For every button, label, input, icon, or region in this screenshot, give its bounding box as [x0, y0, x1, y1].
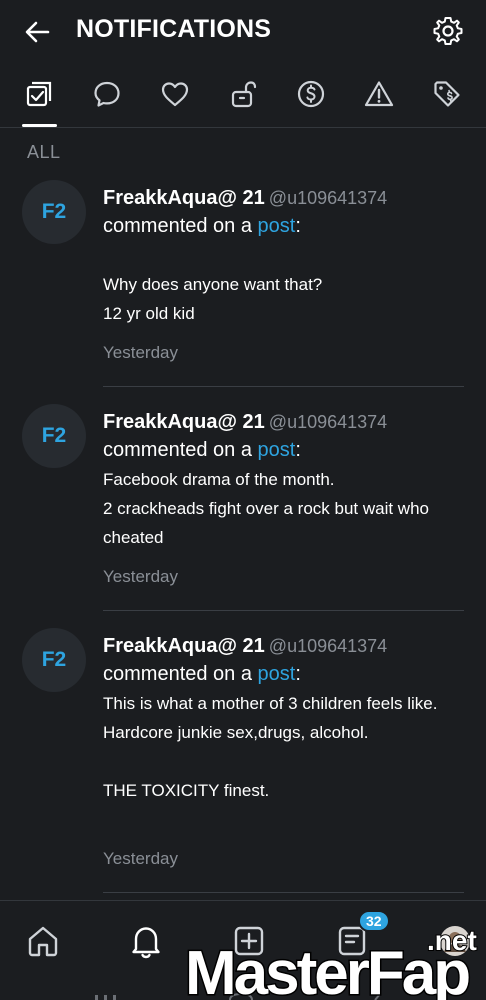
nav-home[interactable] [21, 919, 65, 963]
divider [103, 386, 464, 387]
notification-item[interactable]: F2 FreakkAqua@ 21 @u109641374 commented o… [0, 404, 486, 612]
notification-content: FreakkAqua@ 21 @u109641374 commented on a… [103, 633, 465, 868]
notification-content: FreakkAqua@ 21 @u109641374 commented on a… [103, 185, 465, 362]
settings-button[interactable] [432, 15, 464, 47]
price-tag-icon [434, 81, 460, 107]
user-name[interactable]: FreakkAqua@ 21 [103, 411, 265, 433]
svg-text:.net: .net [427, 925, 477, 956]
divider [103, 892, 464, 893]
notification-action: commented on a post: [103, 659, 465, 689]
tab-promotions[interactable] [425, 72, 469, 116]
heart-icon [161, 82, 189, 107]
action-text: commented on a [103, 439, 258, 461]
notification-content: FreakkAqua@ 21 @u109641374 commented on a… [103, 409, 465, 586]
timestamp: Yesterday [103, 849, 178, 868]
notification-item[interactable]: F2 FreakkAqua@ 21 @u109641374 commented o… [0, 180, 486, 388]
gear-icon [433, 17, 463, 45]
timestamp: Yesterday [103, 343, 178, 362]
user-handle[interactable]: @u109641374 [269, 636, 387, 656]
top-bar: NOTIFICATIONS [0, 0, 486, 62]
post-link[interactable]: post [258, 439, 296, 461]
action-text: commented on a [103, 215, 258, 237]
active-tab-indicator [22, 124, 57, 127]
unlock-icon [231, 81, 257, 108]
notification-action: commented on a post: [103, 211, 465, 241]
page-title: NOTIFICATIONS [76, 15, 272, 43]
post-link[interactable]: post [258, 215, 296, 237]
back-button[interactable] [22, 16, 54, 48]
avatar[interactable]: F2 [22, 180, 86, 244]
user-name[interactable]: FreakkAqua@ 21 [103, 187, 265, 209]
speech-bubble-icon [94, 81, 120, 107]
notification-message: This is what a mother of 3 children feel… [103, 694, 438, 800]
timestamp: Yesterday [103, 567, 178, 586]
arrow-left-icon [25, 21, 50, 43]
notification-header: FreakkAqua@ 21 @u109641374 [103, 409, 465, 435]
tab-comments[interactable] [85, 72, 129, 116]
dollar-circle-icon [297, 80, 325, 108]
avatar[interactable]: F2 [22, 404, 86, 468]
action-colon: : [295, 215, 301, 237]
action-colon: : [295, 439, 301, 461]
post-link[interactable]: post [258, 663, 296, 685]
section-label: ALL [27, 142, 61, 162]
notification-action: commented on a post: [103, 435, 465, 465]
action-text: commented on a [103, 663, 258, 685]
warning-triangle-icon [364, 81, 394, 107]
notification-item[interactable]: F2 FreakkAqua@ 21 @u109641374 commented o… [0, 628, 486, 898]
home-icon [28, 926, 58, 957]
filter-tabs [0, 62, 486, 128]
avatar[interactable]: F2 [22, 628, 86, 692]
user-name[interactable]: FreakkAqua@ 21 [103, 635, 265, 657]
checklist-icon [26, 81, 52, 107]
user-handle[interactable]: @u109641374 [269, 188, 387, 208]
nav-notifications[interactable] [124, 919, 168, 963]
bell-icon [132, 927, 160, 959]
user-handle[interactable]: @u109641374 [269, 412, 387, 432]
tab-subscriptions[interactable] [221, 72, 265, 116]
watermark-logo: MasterFap .net [185, 924, 478, 1000]
tab-likes[interactable] [153, 72, 197, 116]
notification-message: Why does anyone want that? 12 yr old kid [103, 275, 323, 323]
tab-alerts[interactable] [357, 72, 401, 116]
tab-tips[interactable] [289, 72, 333, 116]
action-colon: : [295, 663, 301, 685]
notification-header: FreakkAqua@ 21 @u109641374 [103, 633, 465, 659]
divider [103, 610, 464, 611]
notification-message: Facebook drama of the month. 2 crackhead… [103, 470, 429, 547]
tab-all[interactable] [17, 72, 61, 116]
notification-header: FreakkAqua@ 21 @u109641374 [103, 185, 465, 211]
